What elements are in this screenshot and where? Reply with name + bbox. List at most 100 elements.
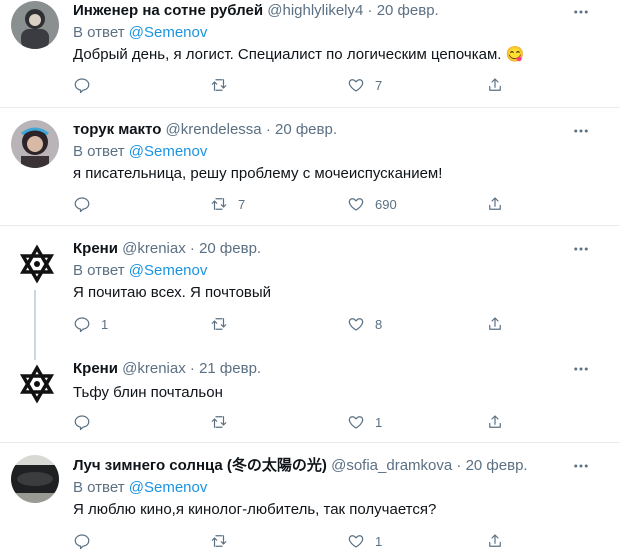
share-button[interactable] bbox=[486, 312, 504, 336]
like-icon bbox=[348, 416, 364, 429]
like-count: 1 bbox=[375, 414, 383, 430]
like-button[interactable]: 8 bbox=[347, 312, 382, 336]
share-icon bbox=[489, 197, 501, 210]
like-count: 1 bbox=[375, 533, 383, 549]
more-icon[interactable] bbox=[572, 457, 590, 475]
tweet-actions: 1 bbox=[73, 410, 513, 434]
reply-button[interactable] bbox=[73, 529, 101, 553]
reply-prefix: В ответ bbox=[73, 479, 125, 496]
tweet[interactable]: Крени @kreniax · 21 февр. Тьфу блин почт… bbox=[0, 346, 620, 442]
like-icon bbox=[348, 318, 364, 331]
separator-dot: · bbox=[189, 240, 195, 257]
share-button[interactable] bbox=[486, 410, 504, 434]
separator-dot: · bbox=[367, 2, 373, 19]
display-name[interactable]: торук макто bbox=[73, 121, 161, 138]
share-icon bbox=[489, 317, 501, 330]
like-icon bbox=[348, 79, 364, 92]
tweet-actions: 7 bbox=[73, 73, 513, 97]
display-name[interactable]: Крени bbox=[73, 240, 118, 257]
tweet-text: я писательница, решу проблему с мочеиспу… bbox=[73, 165, 443, 182]
more-icon[interactable] bbox=[572, 3, 590, 21]
retweet-icon bbox=[211, 535, 227, 547]
retweet-icon bbox=[211, 198, 227, 210]
mention-link[interactable]: @Semenov bbox=[129, 262, 208, 279]
more-icon[interactable] bbox=[572, 122, 590, 140]
separator-dot: · bbox=[189, 360, 195, 377]
reply-icon bbox=[74, 317, 90, 333]
tweet[interactable]: торук макто @krendelessa · 20 февр. В от… bbox=[0, 108, 620, 225]
tweet-actions: 1 bbox=[73, 529, 513, 553]
tweet-date[interactable]: 20 февр. bbox=[466, 457, 528, 474]
reply-button[interactable] bbox=[73, 410, 101, 434]
retweet-button[interactable]: 7 bbox=[210, 192, 245, 216]
avatar[interactable] bbox=[11, 120, 59, 168]
like-button[interactable]: 1 bbox=[347, 529, 382, 553]
share-button[interactable] bbox=[486, 529, 504, 553]
reply-count: 1 bbox=[101, 316, 109, 332]
avatar[interactable] bbox=[13, 240, 61, 288]
retweet-icon bbox=[211, 79, 227, 91]
retweet-icon bbox=[211, 318, 227, 330]
mention-link[interactable]: @Semenov bbox=[129, 24, 208, 41]
reply-prefix: В ответ bbox=[73, 262, 125, 279]
tweet-date[interactable]: 20 февр. bbox=[199, 240, 261, 257]
share-icon bbox=[489, 78, 501, 91]
user-handle[interactable]: @sofia_dramkova bbox=[331, 457, 452, 474]
retweet-count: 7 bbox=[238, 196, 246, 212]
display-name[interactable]: Луч зимнего солнца (冬の太陽の光) bbox=[73, 457, 327, 474]
share-button[interactable] bbox=[486, 73, 504, 97]
tweet-header: торук макто @krendelessa · 20 февр. bbox=[73, 120, 592, 140]
mention-link[interactable]: @Semenov bbox=[129, 143, 208, 160]
like-button[interactable]: 1 bbox=[347, 410, 382, 434]
reply-button[interactable] bbox=[73, 192, 101, 216]
mention-link[interactable]: @Semenov bbox=[129, 479, 208, 496]
like-count: 690 bbox=[375, 196, 397, 212]
reply-context: В ответ @Semenov bbox=[73, 478, 592, 498]
reply-icon bbox=[74, 78, 90, 94]
reply-context: В ответ @Semenov bbox=[73, 23, 592, 43]
display-name[interactable]: Инженер на сотне рублей bbox=[73, 2, 263, 19]
user-handle[interactable]: @kreniax bbox=[122, 360, 186, 377]
reply-button[interactable]: 1 bbox=[73, 312, 108, 336]
tweet-actions: 1 8 bbox=[73, 312, 513, 336]
avatar[interactable] bbox=[11, 1, 59, 49]
tweet-date[interactable]: 20 февр. bbox=[377, 2, 439, 19]
user-handle[interactable]: @kreniax bbox=[122, 240, 186, 257]
like-button[interactable]: 690 bbox=[347, 192, 397, 216]
tweet-actions: 7 690 bbox=[73, 192, 513, 216]
display-name[interactable]: Крени bbox=[73, 360, 118, 377]
like-icon bbox=[348, 535, 364, 548]
avatar[interactable] bbox=[13, 360, 61, 408]
reply-context: В ответ @Semenov bbox=[73, 142, 592, 162]
tweet-text: Я люблю кино,я кинолог-любитель, так пол… bbox=[73, 501, 437, 518]
like-button[interactable]: 7 bbox=[347, 73, 382, 97]
tweet-header: Инженер на сотне рублей @highlylikely4 ·… bbox=[73, 1, 592, 21]
tweet-header: Крени @kreniax · 20 февр. bbox=[73, 239, 592, 259]
share-icon bbox=[489, 415, 501, 428]
tweet-date[interactable]: 20 февр. bbox=[275, 121, 337, 138]
separator-dot: · bbox=[456, 457, 462, 474]
retweet-button[interactable] bbox=[210, 73, 238, 97]
reply-prefix: В ответ bbox=[73, 143, 125, 160]
tweet-date[interactable]: 21 февр. bbox=[199, 360, 261, 377]
retweet-button[interactable] bbox=[210, 312, 238, 336]
tweet-header: Луч зимнего солнца (冬の太陽の光) @sofia_dramk… bbox=[73, 456, 592, 476]
share-button[interactable] bbox=[486, 192, 504, 216]
user-handle[interactable]: @highlylikely4 bbox=[267, 2, 363, 19]
reply-prefix: В ответ bbox=[73, 24, 125, 41]
like-count: 8 bbox=[375, 316, 383, 332]
like-count: 7 bbox=[375, 77, 383, 93]
user-handle[interactable]: @krendelessa bbox=[166, 121, 262, 138]
reply-icon bbox=[74, 197, 90, 213]
retweet-button[interactable] bbox=[210, 529, 238, 553]
tweet[interactable]: Луч зимнего солнца (冬の太陽の光) @sofia_dramk… bbox=[0, 443, 620, 558]
reply-button[interactable] bbox=[73, 73, 101, 97]
tweet[interactable]: Крени @kreniax · 20 февр. В ответ @Semen… bbox=[0, 226, 620, 346]
more-icon[interactable] bbox=[572, 360, 590, 378]
retweet-button[interactable] bbox=[210, 410, 238, 434]
avatar[interactable] bbox=[11, 455, 59, 503]
more-icon[interactable] bbox=[572, 240, 590, 258]
retweet-icon bbox=[211, 416, 227, 428]
like-icon bbox=[348, 198, 364, 211]
tweet[interactable]: Инженер на сотне рублей @highlylikely4 ·… bbox=[0, 0, 620, 108]
